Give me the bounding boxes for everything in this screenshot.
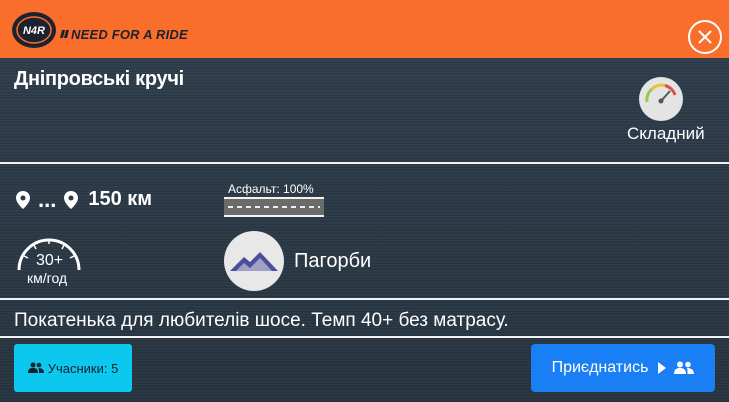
users-icon	[27, 362, 44, 373]
logo-text: NEED FOR A RIDE	[71, 27, 188, 42]
difficulty-gauge-icon	[639, 77, 683, 121]
difficulty-label: Складний	[627, 124, 705, 143]
join-button[interactable]: Приєднатись	[531, 344, 715, 392]
divider-middle	[0, 298, 729, 300]
users-icon	[674, 361, 695, 374]
ride-title: Дніпровські кручі	[14, 68, 184, 90]
start-pin-icon	[16, 190, 30, 209]
route-start: ...	[38, 186, 57, 212]
speed-value: 30+	[36, 252, 64, 269]
speed-unit: км/год	[27, 270, 68, 286]
finish-pin-icon	[64, 190, 79, 209]
logo-badge-text: N4R	[23, 25, 45, 37]
divider-top	[0, 162, 729, 164]
road-icon	[224, 197, 324, 217]
close-button[interactable]	[688, 20, 722, 54]
surface-label: Асфальт: 100%	[228, 182, 314, 196]
divider-bottom	[0, 336, 729, 338]
play-arrow-icon	[658, 362, 667, 374]
route-distance: 150 км	[88, 188, 153, 210]
join-label: Приєднатись	[551, 359, 649, 376]
header-bar: N4R NEED FOR A RIDE	[0, 0, 729, 58]
participants-button[interactable]: Учасники: 5	[14, 344, 132, 392]
route-info: ... 150 км	[16, 188, 152, 211]
logo-stripes-icon	[60, 30, 69, 38]
hills-icon	[224, 231, 284, 291]
terrain-label: Пагорби	[294, 250, 372, 272]
participants-label: Учасники: 5	[47, 360, 119, 376]
ride-description: Покатенька для любителів шосе. Темп 40+ …	[14, 310, 509, 331]
logo-badge-icon: N4R	[12, 12, 56, 48]
close-icon	[698, 30, 712, 44]
